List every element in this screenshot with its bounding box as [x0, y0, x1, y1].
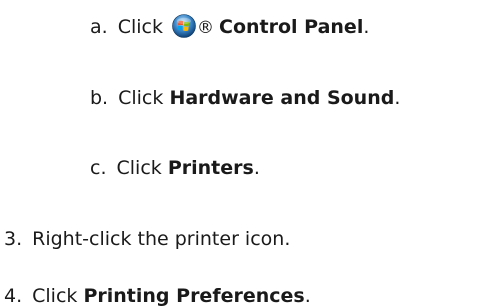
step-marker: b. — [90, 87, 109, 109]
step-marker: c. — [90, 157, 107, 179]
printers-label: Printers — [167, 157, 254, 179]
windows-start-orb-icon — [172, 14, 196, 38]
step-period: . — [363, 16, 370, 38]
control-panel-label: Control Panel — [219, 16, 364, 38]
step-3: 3. Right-click the printer icon. — [4, 227, 290, 251]
step-marker: 4. — [4, 285, 23, 307]
registered-mark: ® — [197, 18, 215, 38]
printing-preferences-label: Printing Preferences — [83, 285, 305, 307]
step-marker: a. — [90, 16, 108, 38]
step-verb: Click — [117, 16, 163, 38]
step-verb: Click — [32, 285, 78, 307]
step-period: . — [253, 157, 260, 179]
step-text: Right-click the printer icon. — [32, 228, 291, 250]
step-4: 4. Click Printing Preferences. — [4, 284, 311, 308]
step-verb: Click — [118, 87, 164, 109]
substep-a: a. Click ® Control Panel. — [90, 14, 369, 40]
substep-b: b. Click Hardware and Sound. — [90, 86, 400, 110]
step-marker: 3. — [4, 228, 23, 250]
step-period: . — [394, 87, 401, 109]
step-verb: Click — [116, 157, 162, 179]
substep-c: c. Click Printers. — [90, 156, 260, 180]
hardware-and-sound-label: Hardware and Sound — [169, 87, 395, 109]
step-period: . — [304, 285, 311, 307]
